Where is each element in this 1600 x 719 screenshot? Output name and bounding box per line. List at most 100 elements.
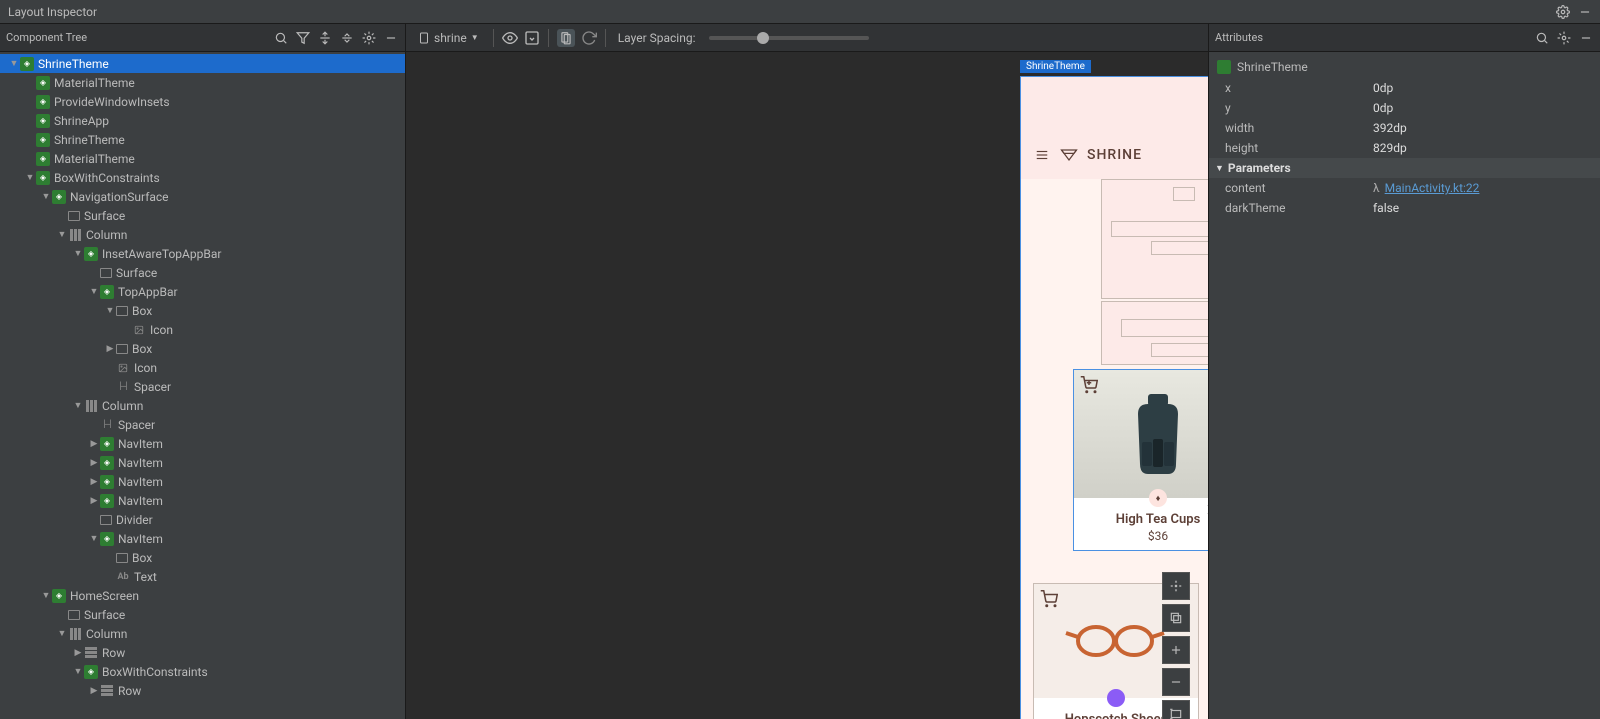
param-key: content (1225, 181, 1373, 195)
layout-canvas[interactable]: ShrineTheme SHRINE (406, 52, 1208, 719)
tree-node[interactable]: Column (0, 624, 405, 643)
expand-arrow-icon[interactable] (56, 628, 68, 639)
source-link[interactable]: MainActivity.kt:22 (1385, 181, 1480, 195)
tree-node[interactable]: ◈NavItem (0, 529, 405, 548)
tree-node[interactable]: ◈NavItem (0, 434, 405, 453)
expand-arrow-icon[interactable] (40, 191, 52, 202)
tree-node[interactable]: |‒|Spacer (0, 377, 405, 396)
eye-icon[interactable] (502, 30, 518, 46)
hide-icon[interactable] (383, 30, 399, 46)
zoom-fit-button[interactable] (1162, 700, 1190, 719)
tree-node[interactable]: ◈BoxWithConstraints (0, 662, 405, 681)
expand-arrow-icon[interactable] (24, 172, 36, 183)
tree-node[interactable]: Icon (0, 320, 405, 339)
expand-arrow-icon[interactable] (88, 533, 100, 544)
expand-arrow-icon[interactable] (72, 648, 84, 658)
tree-node-label: Column (102, 399, 143, 413)
row-icon (84, 646, 98, 660)
tree-node[interactable]: Box (0, 339, 405, 358)
tree-node[interactable]: ◈TopAppBar (0, 282, 405, 301)
wireframe-box (1121, 319, 1208, 337)
tree-node[interactable]: Icon (0, 358, 405, 377)
collapse-icon[interactable] (339, 30, 355, 46)
tree-node[interactable]: ◈MaterialTheme (0, 73, 405, 92)
expand-arrow-icon[interactable] (72, 666, 84, 677)
compose-icon: ◈ (36, 171, 50, 185)
pan-button[interactable] (1162, 572, 1190, 600)
expand-arrow-icon[interactable] (88, 439, 100, 449)
device-selector[interactable]: shrine ▼ (412, 28, 485, 48)
product-card: ♦ High Tea Cups $36 (1073, 369, 1208, 551)
tree-node[interactable]: Box (0, 301, 405, 320)
tree-node-label: ShrineTheme (38, 57, 109, 71)
compose-icon: ◈ (100, 456, 114, 470)
tree-node[interactable]: ◈ShrineTheme (0, 130, 405, 149)
device-label: shrine (434, 31, 467, 45)
search-icon[interactable] (273, 30, 289, 46)
tree-node[interactable]: ◈NavItem (0, 472, 405, 491)
tree-node[interactable]: ◈ShrineTheme (0, 54, 405, 73)
expand-arrow-icon[interactable] (88, 686, 100, 696)
gear-icon[interactable] (361, 30, 377, 46)
tree-node[interactable]: ◈ProvideWindowInsets (0, 92, 405, 111)
vendor-badge: ♦ (1149, 489, 1167, 507)
tree-node-label: ShrineApp (54, 114, 109, 128)
tree-node[interactable]: ◈NavItem (0, 491, 405, 510)
attributes-header: Attributes (1209, 24, 1600, 52)
tree-node[interactable]: Row (0, 643, 405, 662)
tree-node[interactable]: Surface (0, 605, 405, 624)
zoom-out-button[interactable] (1162, 668, 1190, 696)
compose-icon (1217, 60, 1231, 74)
expand-arrow-icon[interactable] (88, 477, 100, 487)
hide-icon[interactable] (1578, 30, 1594, 46)
component-tree[interactable]: ◈ShrineTheme◈MaterialTheme◈ProvideWindow… (0, 52, 405, 719)
gear-icon[interactable] (1556, 30, 1572, 46)
layer-spacing-slider[interactable] (709, 36, 869, 40)
expand-arrow-icon[interactable] (104, 305, 116, 316)
attribute-row: width392dp (1209, 118, 1600, 138)
parameter-row: contentλ MainActivity.kt:22 (1209, 178, 1600, 198)
expand-arrow-icon[interactable] (88, 496, 100, 506)
expand-arrow-icon[interactable] (72, 248, 84, 259)
layers-button[interactable] (1162, 604, 1190, 632)
tree-node[interactable]: ◈NavigationSurface (0, 187, 405, 206)
column-icon (68, 627, 82, 641)
tree-node[interactable]: Surface (0, 263, 405, 282)
tree-node[interactable]: ◈HomeScreen (0, 586, 405, 605)
tree-node-label: InsetAwareTopAppBar (102, 247, 221, 261)
tree-node[interactable]: ◈InsetAwareTopAppBar (0, 244, 405, 263)
expand-arrow-icon[interactable] (40, 590, 52, 601)
tree-node[interactable]: AbText (0, 567, 405, 586)
tree-node[interactable]: ◈BoxWithConstraints (0, 168, 405, 187)
param-key: darkTheme (1225, 201, 1373, 215)
tree-node[interactable]: Column (0, 396, 405, 415)
tree-node[interactable]: Row (0, 681, 405, 700)
expand-arrow-icon[interactable] (8, 58, 20, 69)
refresh-icon[interactable] (581, 30, 597, 46)
tree-node[interactable]: Divider (0, 510, 405, 529)
expand-arrow-icon[interactable] (56, 229, 68, 240)
tree-node[interactable]: Column (0, 225, 405, 244)
search-icon[interactable] (1534, 30, 1550, 46)
tree-node[interactable]: Box (0, 548, 405, 567)
tree-node[interactable]: |‒|Spacer (0, 415, 405, 434)
expand-arrow-icon[interactable] (88, 458, 100, 468)
zoom-in-button[interactable] (1162, 636, 1190, 664)
gear-icon[interactable] (1556, 5, 1570, 19)
parameters-section[interactable]: ▼ Parameters (1209, 158, 1600, 178)
expand-arrow-icon[interactable] (104, 344, 116, 354)
tree-node[interactable]: ◈NavItem (0, 453, 405, 472)
expand-arrow-icon[interactable] (72, 400, 84, 411)
tree-node-label: TopAppBar (118, 285, 178, 299)
tree-node[interactable]: ◈ShrineApp (0, 111, 405, 130)
snapshot-icon[interactable] (524, 30, 540, 46)
separator (548, 29, 549, 47)
tree-node[interactable]: ◈MaterialTheme (0, 149, 405, 168)
expand-icon[interactable] (317, 30, 333, 46)
mode-3d-icon[interactable] (557, 29, 575, 47)
filter-icon[interactable] (295, 30, 311, 46)
minimize-icon[interactable] (1578, 5, 1592, 19)
selected-component-label: ShrineTheme (1237, 60, 1308, 74)
tree-node[interactable]: Surface (0, 206, 405, 225)
expand-arrow-icon[interactable] (88, 286, 100, 297)
